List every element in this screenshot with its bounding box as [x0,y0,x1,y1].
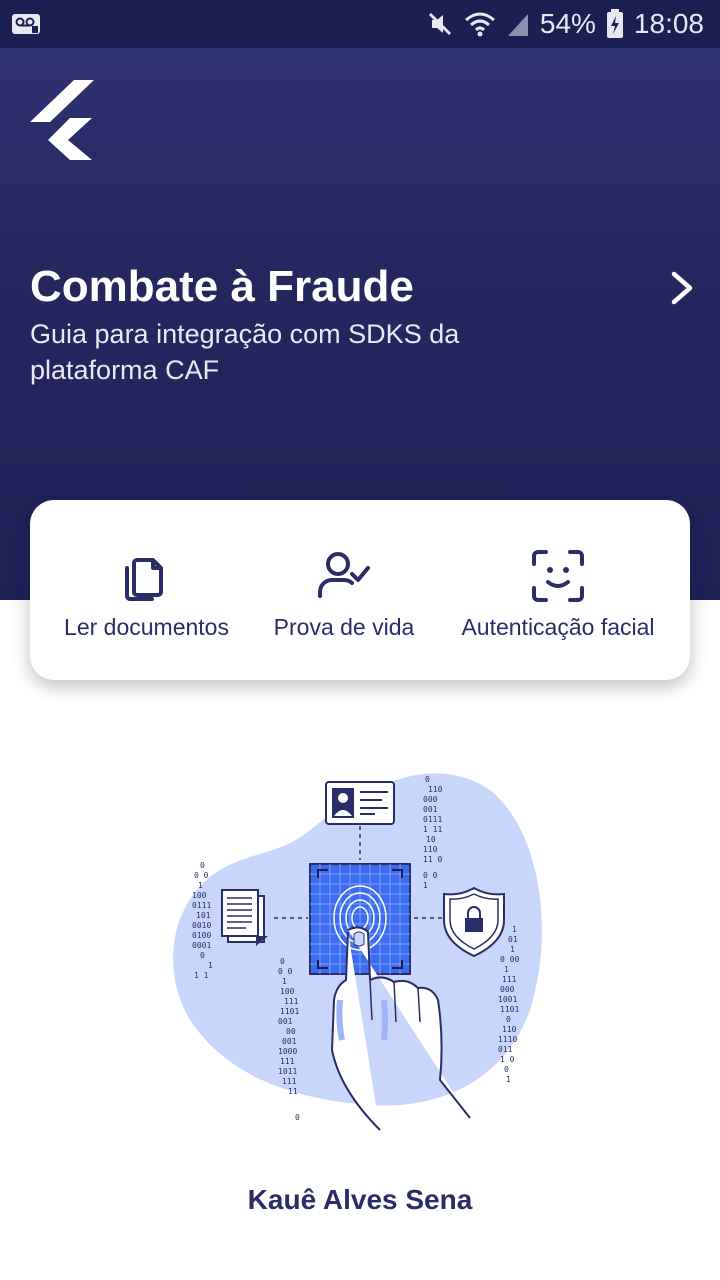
svg-text:1101: 1101 [280,1007,299,1016]
voicemail-icon [12,12,40,36]
documents-icon [124,558,163,601]
action-label: Ler documentos [64,614,229,640]
svg-text:1001: 1001 [498,995,517,1004]
svg-text:001: 001 [423,805,438,814]
face-scan-icon [532,550,584,602]
chevron-right-icon[interactable] [664,268,700,308]
svg-text:110: 110 [502,1025,517,1034]
svg-text:00: 00 [286,1027,296,1036]
page-subtitle: Guia para integração com SDKS da platafo… [30,319,460,385]
svg-text:1: 1 [423,881,428,890]
action-liveness[interactable]: Prova de vida [270,548,418,641]
svg-text:0: 0 [280,957,285,966]
svg-text:1110: 1110 [498,1035,517,1044]
svg-text:101: 101 [196,911,211,920]
svg-text:0: 0 [506,1015,511,1024]
svg-text:110: 110 [423,845,438,854]
svg-text:111: 111 [282,1077,297,1086]
svg-text:0: 0 [200,861,205,870]
svg-text:1101: 1101 [500,1005,519,1014]
svg-text:0111: 0111 [423,815,442,824]
svg-text:001: 001 [282,1037,297,1046]
signal-icon [506,10,530,38]
svg-text:11 0: 11 0 [423,855,442,864]
action-label: Autenticação facial [461,614,655,640]
svg-text:100: 100 [192,891,207,900]
svg-text:0010: 0010 [192,921,211,930]
svg-text:0: 0 [200,951,205,960]
svg-text:0001: 0001 [192,941,211,950]
svg-text:100: 100 [280,987,295,996]
svg-text:011: 011 [498,1045,513,1054]
svg-text:111: 111 [284,997,299,1006]
svg-text:0 0: 0 0 [194,871,209,880]
battery-charging-icon [606,9,624,39]
svg-text:0 0: 0 0 [278,967,293,976]
mute-icon [426,10,454,38]
svg-text:1: 1 [282,977,287,986]
fingerprint-illustration: 0 110 000 001 0111 1 11 10 110 11 0 0 01 00 01… [170,760,550,1140]
svg-text:1: 1 [504,965,509,974]
flutter-logo-icon [30,80,94,160]
svg-text:0 0: 0 0 [423,871,438,880]
svg-text:0100: 0100 [192,931,211,940]
svg-text:0: 0 [295,1113,300,1122]
svg-text:1000: 1000 [278,1047,297,1056]
svg-text:000: 000 [500,985,515,994]
svg-text:1: 1 [208,961,213,970]
svg-text:1: 1 [510,945,515,954]
battery-percent: 54% [539,8,596,39]
wifi-icon [464,10,496,38]
svg-text:0: 0 [504,1065,509,1074]
svg-text:1: 1 [506,1075,511,1084]
page-title: Combate à Fraude [30,262,414,311]
svg-text:10: 10 [426,835,436,844]
svg-text:1 11: 1 11 [423,825,442,834]
svg-text:1 1: 1 1 [194,971,209,980]
user-check-icon [318,552,370,598]
action-read-documents[interactable]: Ler documentos [60,548,233,641]
status-right-group: 54% 18:08 [426,6,704,42]
svg-text:1 0: 1 0 [500,1055,515,1064]
svg-text:1: 1 [512,925,517,934]
svg-text:0111: 0111 [192,901,211,910]
svg-text:111: 111 [502,975,517,984]
svg-text:01: 01 [508,935,518,944]
svg-text:1: 1 [198,881,203,890]
svg-text:001: 001 [278,1017,293,1026]
svg-text:0: 0 [425,775,430,784]
status-bar: 54% 18:08 [0,0,720,48]
action-face-auth[interactable]: Autenticação facial [452,548,664,641]
action-label: Prova de vida [273,614,415,640]
svg-text:0 00: 0 00 [500,955,519,964]
svg-text:1011: 1011 [278,1067,297,1076]
svg-text:110: 110 [428,785,443,794]
clock: 18:08 [633,8,704,39]
svg-text:11: 11 [288,1087,298,1096]
svg-text:111: 111 [280,1057,295,1066]
author-name: Kauê Alves Sena [247,1184,473,1215]
svg-text:000: 000 [423,795,438,804]
actions-card: Ler documentos Prova de vida Autenticaçã… [30,500,690,680]
